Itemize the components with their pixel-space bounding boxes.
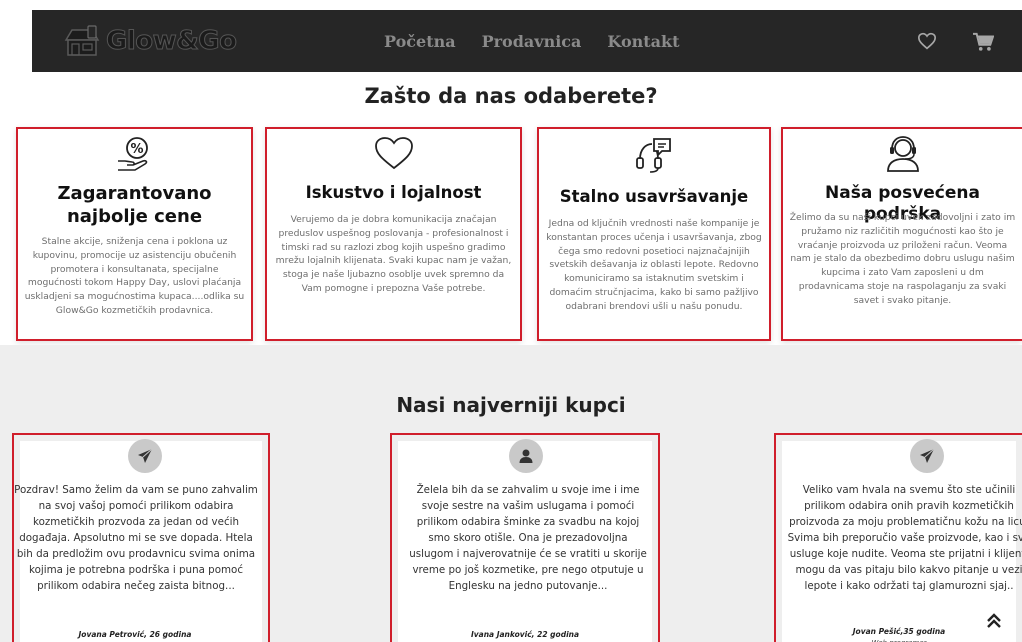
double-chevron-up-icon[interactable] (985, 612, 1003, 630)
nav-link-contact[interactable]: Kontakt (607, 32, 679, 51)
section-title-why: Zašto da nas odaberete? (364, 84, 658, 108)
avatar (509, 439, 543, 473)
testimonial-author: Jovan Pešić,35 godina (852, 627, 946, 636)
section-title-testimonials: Nasi najverniji kupci (396, 393, 626, 417)
nav-link-home[interactable]: Početna (384, 32, 456, 51)
testimonial-card-body: Želela bih da se zahvalim u svoje ime i … (398, 439, 652, 642)
paper-plane-icon (920, 448, 935, 463)
feature-title: Iskustvo i lojalnost (305, 183, 482, 202)
testimonials-section: Nasi najverniji kupci Pozdrav! Samo želi… (0, 345, 1022, 642)
heart-icon (374, 137, 413, 170)
testimonial-card-body: Pozdrav! Samo želim da vam se puno zahva… (14, 439, 262, 642)
avatar (128, 439, 162, 473)
feature-title: Zagarantovano najbolje cene (57, 183, 212, 227)
feature-text: Želimo da su naši kupci uvek zadovoljni … (789, 212, 1016, 306)
feature-card-improvement: Stalno usavršavanje Jedna od ključnih vr… (537, 127, 771, 341)
feature-text: Jedna od ključnih vrednosti naše kompani… (546, 218, 762, 312)
feature-text: Stalne akcije, sniženja cena i poklona u… (24, 236, 245, 316)
shop-logo-icon (64, 25, 100, 56)
support-agent-icon (886, 136, 919, 172)
feature-title: Stalno usavršavanje (559, 187, 749, 206)
heart-icon[interactable] (917, 32, 937, 50)
testimonial-card: Pozdrav! Samo želim da vam se puno zahva… (12, 433, 270, 642)
feature-card-loyalty: Iskustvo i lojalnost Verujemo da je dobr… (265, 127, 522, 341)
nav-link-shop[interactable]: Prodavnica (482, 32, 582, 51)
testimonial-text: Veliko vam hvala na svemu što ste učinil… (787, 484, 1022, 592)
brand-logo-link[interactable]: Glow&Go (62, 20, 238, 62)
navbar: Glow&Go Početna Prodavnica Kontakt (32, 10, 1022, 72)
paper-plane-icon (138, 448, 153, 463)
testimonial-card: Želela bih da se zahvalim u svoje ime i … (390, 433, 660, 642)
testimonial-author: Ivana Janković, 22 godina (470, 630, 580, 639)
testimonial-author: Jovana Petrović, 26 godina (78, 630, 192, 639)
testimonial-card-body: Veliko vam hvala na svemu što ste učinil… (782, 439, 1022, 642)
feature-card-support: Naša posvećena podrška Želimo da su naši… (781, 127, 1022, 341)
main-nav: Početna Prodavnica Kontakt (384, 10, 680, 72)
testimonial-text: Pozdrav! Samo želim da vam se puno zahva… (14, 484, 258, 592)
brand-name: Glow&Go (106, 26, 238, 57)
user-icon (519, 449, 533, 463)
headset-chat-icon (636, 138, 671, 173)
percent-hand-icon: % (117, 137, 148, 171)
svg-text:%: % (130, 142, 143, 157)
feature-text: Verujemo da je dobra komunikacija značaj… (275, 214, 512, 294)
avatar (910, 439, 944, 473)
feature-card-prices: % Zagarantovano najbolje cene Stalne akc… (16, 127, 253, 341)
testimonial-text: Želela bih da se zahvalim u svoje ime i … (409, 484, 647, 592)
testimonial-card: Veliko vam hvala na svemu što ste učinil… (774, 433, 1022, 642)
cart-icon[interactable] (972, 32, 994, 52)
